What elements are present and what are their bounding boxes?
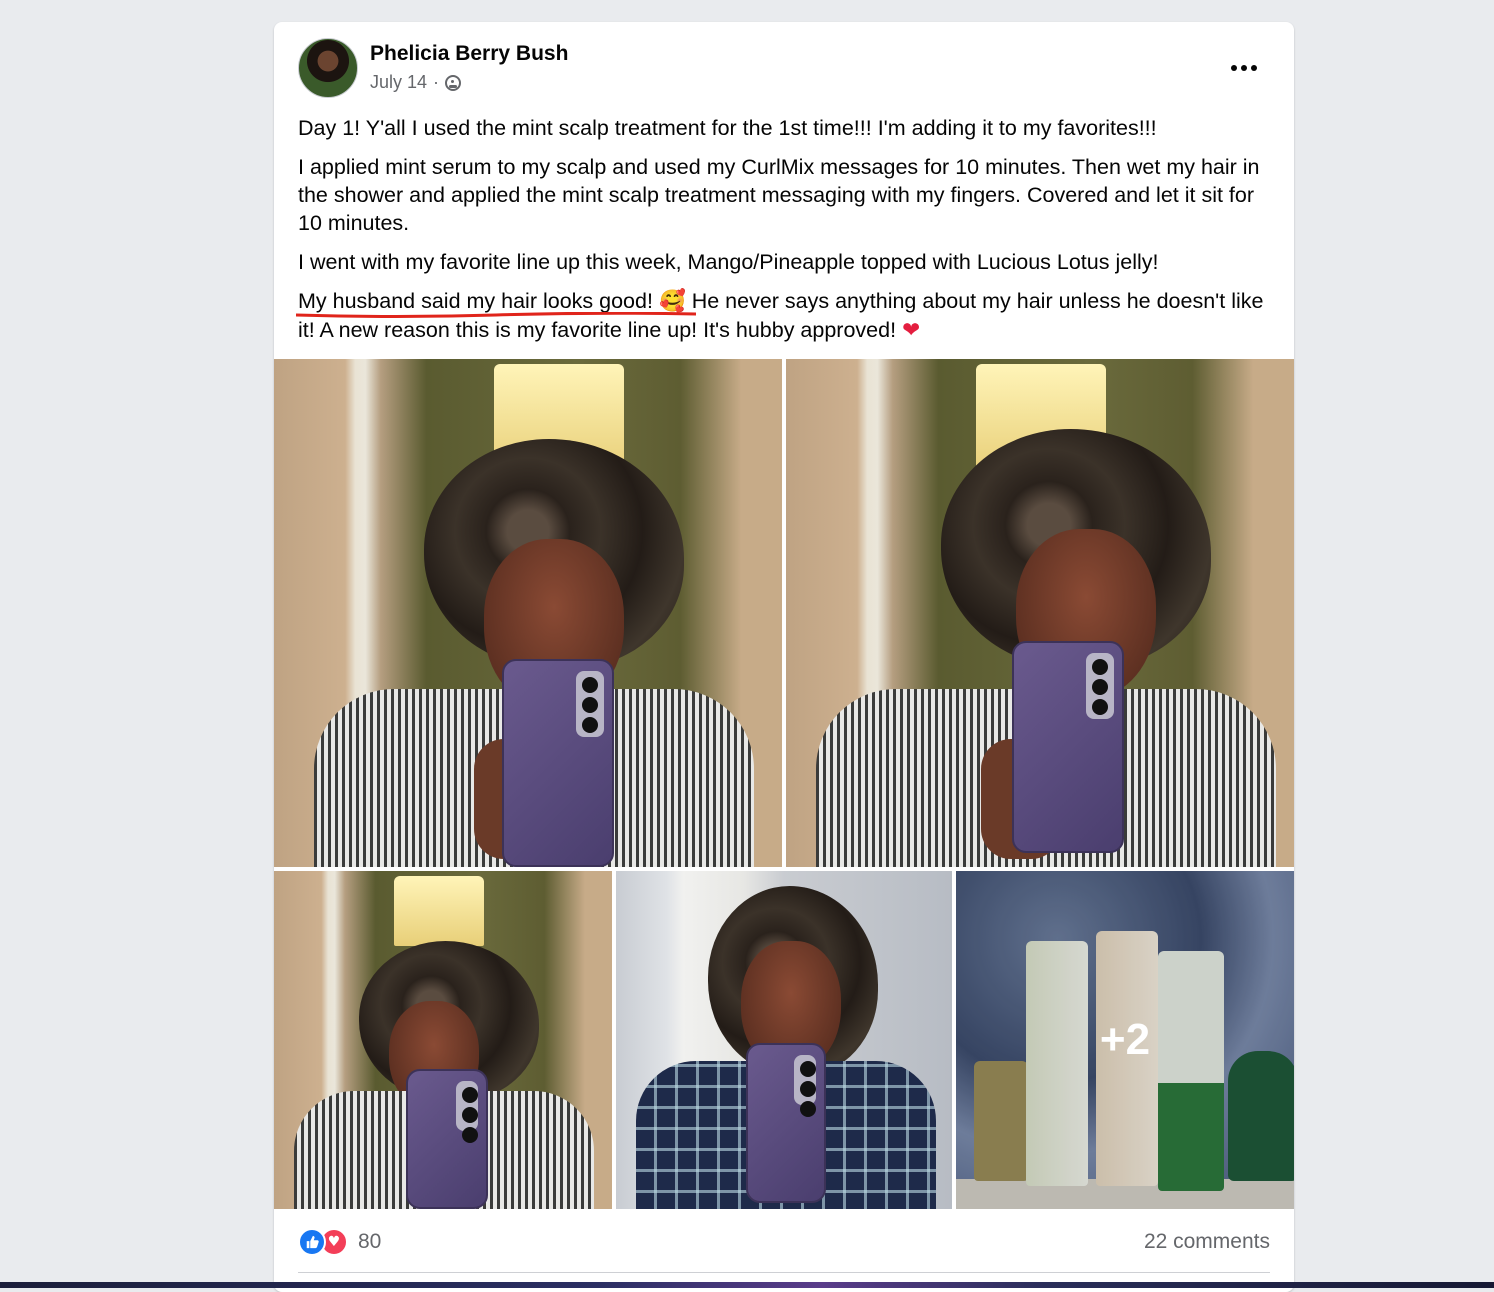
bottom-edge-strip bbox=[0, 1282, 1494, 1288]
photo-1[interactable] bbox=[274, 359, 782, 867]
like-icon bbox=[298, 1228, 326, 1256]
meta-separator: · bbox=[433, 72, 439, 93]
smiling-face-hearts-icon: 🥰 bbox=[659, 289, 686, 314]
more-photos-count[interactable]: +2 bbox=[956, 871, 1294, 1209]
post-paragraph-4: My husband said my hair looks good! 🥰 He… bbox=[298, 287, 1278, 345]
photo-3[interactable] bbox=[274, 871, 612, 1209]
photo-5[interactable]: +2 bbox=[956, 871, 1294, 1209]
avatar[interactable] bbox=[298, 38, 358, 98]
post-paragraph-3: I went with my favorite line up this wee… bbox=[298, 248, 1278, 276]
photo-4[interactable] bbox=[616, 871, 952, 1209]
photo-2[interactable] bbox=[786, 359, 1294, 867]
post-date[interactable]: July 14 bbox=[370, 72, 427, 93]
comments-link[interactable]: 22 comments bbox=[1144, 1230, 1270, 1254]
post-footer: ♥ 80 22 comments bbox=[298, 1222, 1270, 1262]
post-card: Phelicia Berry Bush July 14 · Day 1! Y'a… bbox=[274, 22, 1294, 1292]
post-paragraph-2: I applied mint serum to my scalp and use… bbox=[298, 153, 1278, 237]
reaction-count: 80 bbox=[358, 1230, 381, 1254]
post-header: Phelicia Berry Bush July 14 · bbox=[298, 38, 1270, 100]
post-body: Day 1! Y'all I used the mint scalp treat… bbox=[298, 114, 1278, 356]
red-underline-annotation bbox=[296, 312, 696, 318]
footer-divider bbox=[298, 1272, 1270, 1273]
author-name[interactable]: Phelicia Berry Bush bbox=[370, 42, 568, 66]
reactions-summary[interactable]: ♥ 80 bbox=[298, 1228, 381, 1256]
globe-icon bbox=[445, 75, 461, 91]
post-paragraph-1: Day 1! Y'all I used the mint scalp treat… bbox=[298, 114, 1278, 142]
underlined-quote-text: My husband said my hair looks good! bbox=[298, 289, 653, 313]
post-meta: July 14 · bbox=[370, 72, 461, 93]
underlined-quote: My husband said my hair looks good! bbox=[298, 289, 653, 313]
more-horizontal-icon[interactable] bbox=[1226, 58, 1262, 78]
red-heart-icon: ❤ bbox=[902, 318, 920, 343]
